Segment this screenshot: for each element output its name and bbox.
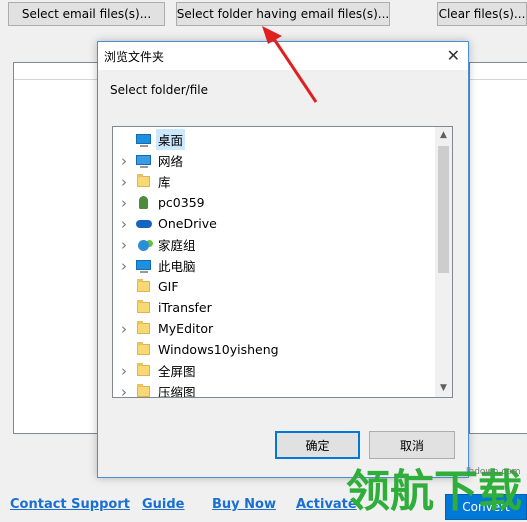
clear-files-button[interactable]: Clear files(s)... <box>437 2 527 26</box>
folder-icon <box>135 383 153 398</box>
tree-item-label: 库 <box>158 175 171 190</box>
chevron-right-icon[interactable]: › <box>117 383 131 398</box>
watermark-text: 领航下载 <box>346 466 522 517</box>
tree-item[interactable]: › 压缩图 <box>113 381 198 398</box>
dialog-description: Select folder/file <box>110 83 208 97</box>
tree-item[interactable]: 桌面 <box>113 129 186 150</box>
tree-item[interactable]: GIF <box>113 276 181 297</box>
tree-item[interactable]: › 全屏图 <box>113 360 198 381</box>
dialog-title: 浏览文件夹 <box>104 50 165 64</box>
tree-item-label: OneDrive <box>158 216 217 231</box>
chevron-right-icon[interactable]: › <box>117 257 131 275</box>
tree-item[interactable]: › 此电脑 <box>113 255 198 276</box>
folder-tree[interactable]: 桌面 › 网络 › 库 › pc0359 › OneDrive › 家庭组 › 此电脑 GIF iTrans… <box>112 126 453 398</box>
homegroup-icon <box>135 237 153 253</box>
tree-item-label: Windows10yisheng <box>158 342 279 357</box>
select-email-files-button[interactable]: Select email files(s)... <box>8 2 165 26</box>
tree-item[interactable]: › pc0359 <box>113 192 207 213</box>
select-folder-button[interactable]: Select folder having email files(s)... <box>176 2 390 26</box>
folder-icon <box>135 341 153 358</box>
library-icon <box>135 173 153 190</box>
tree-item-label: 家庭组 <box>158 238 196 253</box>
files-list[interactable] <box>13 62 104 434</box>
computer-icon <box>135 258 153 274</box>
chevron-right-icon[interactable]: › <box>117 152 131 170</box>
chevron-right-icon[interactable]: › <box>117 194 131 212</box>
chevron-right-icon[interactable]: › <box>117 173 131 191</box>
tree-item-label: GIF <box>158 279 179 294</box>
scroll-up-icon[interactable]: ▲ <box>435 127 452 144</box>
scroll-thumb[interactable] <box>438 146 449 273</box>
tree-item-label: 网络 <box>158 154 184 169</box>
chevron-right-icon[interactable]: › <box>117 320 131 338</box>
tree-item-label: 压缩图 <box>158 385 196 398</box>
folder-icon <box>135 362 153 379</box>
dialog-titlebar: 浏览文件夹 ✕ <box>98 42 468 70</box>
watermark-logo: 领航下载 lhdown.com <box>346 455 527 522</box>
folder-icon <box>135 278 153 295</box>
chevron-right-icon[interactable]: › <box>117 362 131 380</box>
tree-item[interactable]: › OneDrive <box>113 213 219 234</box>
guide-link[interactable]: Guide <box>142 497 185 512</box>
network-icon <box>135 153 153 169</box>
list-header <box>14 63 103 80</box>
files-list-right[interactable] <box>469 62 527 434</box>
tree-item-label: 全屏图 <box>158 364 196 379</box>
list-header-right <box>470 63 527 80</box>
tree-item[interactable]: › MyEditor <box>113 318 215 339</box>
tree-item-label: 此电脑 <box>158 259 196 274</box>
chevron-right-icon[interactable]: › <box>117 236 131 254</box>
folder-icon <box>135 299 153 316</box>
tree-item[interactable]: › 家庭组 <box>113 234 198 255</box>
contact-support-link[interactable]: Contact Support <box>10 497 130 512</box>
browse-folder-dialog: 浏览文件夹 ✕ Select folder/file 桌面 › 网络 › 库 › pc035… <box>97 41 469 478</box>
scroll-down-icon[interactable]: ▼ <box>435 380 452 397</box>
tree-item[interactable]: iTransfer <box>113 297 214 318</box>
tree-item-label: pc0359 <box>158 195 205 210</box>
folder-icon <box>135 320 153 337</box>
chevron-right-icon[interactable]: › <box>117 215 131 233</box>
tree-item[interactable]: › 库 <box>113 171 173 192</box>
user-icon <box>135 195 153 211</box>
tree-item[interactable]: Windows10yisheng <box>113 339 281 360</box>
close-icon[interactable]: ✕ <box>447 46 460 65</box>
tree-scrollbar[interactable]: ▲ ▼ <box>435 127 452 397</box>
tree-item[interactable]: › 网络 <box>113 150 185 171</box>
tree-item-label: 桌面 <box>156 129 186 150</box>
tree-item-label: iTransfer <box>158 300 212 315</box>
buy-now-link[interactable]: Buy Now <box>212 497 276 512</box>
watermark-url: lhdown.com <box>466 467 521 477</box>
desktop-icon <box>135 132 153 148</box>
tree-item-label: MyEditor <box>158 321 214 336</box>
cloud-icon <box>135 216 153 232</box>
